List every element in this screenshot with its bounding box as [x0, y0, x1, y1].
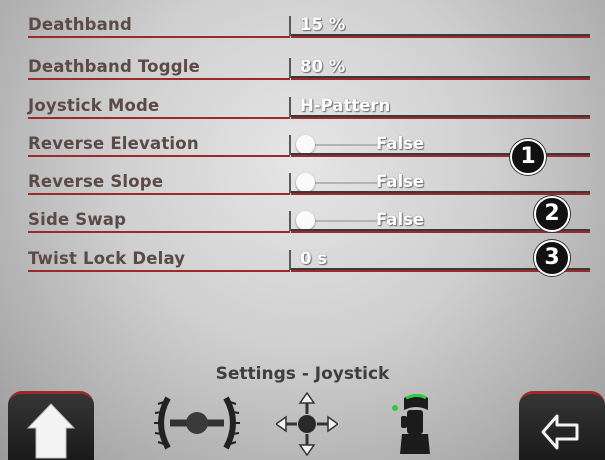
label-underline	[28, 78, 290, 80]
back-button[interactable]	[519, 391, 605, 460]
setting-value[interactable]: 0 s	[300, 248, 327, 270]
setting-value[interactable]: 80 %	[300, 56, 345, 78]
setting-value[interactable]: 15 %	[300, 14, 345, 36]
column-divider	[289, 211, 291, 231]
joystick-icon[interactable]	[388, 390, 438, 456]
setting-row-side-swap[interactable]: Side Swap False	[28, 208, 590, 233]
label-underline	[28, 36, 290, 38]
toggle-track[interactable]	[313, 144, 383, 146]
setting-label: Joystick Mode	[28, 96, 160, 115]
page-title: Settings - Joystick	[215, 364, 390, 384]
column-divider	[289, 58, 291, 78]
label-underline	[28, 155, 290, 157]
column-divider	[289, 16, 291, 36]
setting-label: Reverse Elevation	[28, 134, 199, 153]
setting-row-deathband-toggle[interactable]: Deathband Toggle 80 %	[28, 55, 590, 80]
value-underline-accent	[291, 193, 590, 195]
setting-row-reverse-elevation[interactable]: Reverse Elevation False	[28, 132, 590, 157]
home-button[interactable]	[8, 391, 94, 460]
home-icon	[26, 403, 76, 459]
label-underline	[28, 270, 290, 272]
toggle-track[interactable]	[313, 220, 383, 222]
value-underline-accent	[291, 78, 590, 80]
setting-label: Reverse Slope	[28, 172, 164, 191]
label-underline	[28, 193, 290, 195]
setting-row-reverse-slope[interactable]: Reverse Slope False	[28, 170, 590, 195]
value-underline-accent	[291, 231, 590, 233]
toggle-value: False	[376, 134, 425, 153]
setting-label: Side Swap	[28, 210, 127, 229]
callout-badge-1: 1	[510, 139, 546, 175]
value-underline-accent	[291, 117, 590, 119]
setting-row-twist-lock-delay[interactable]: Twist Lock Delay 0 s	[28, 247, 590, 272]
move-arrows-icon[interactable]	[276, 392, 338, 456]
column-divider	[289, 173, 291, 193]
setting-row-deathband[interactable]: Deathband 15 %	[28, 13, 590, 38]
setting-label: Twist Lock Delay	[28, 249, 186, 268]
toggle-knob[interactable]	[296, 211, 315, 230]
toggle-track[interactable]	[313, 182, 383, 184]
column-divider	[289, 97, 291, 117]
toggle-knob[interactable]	[296, 173, 315, 192]
steering-wheel-icon[interactable]	[150, 392, 244, 454]
toggle-value: False	[376, 210, 425, 229]
callout-badge-3: 3	[534, 240, 570, 276]
setting-row-joystick-mode[interactable]: Joystick Mode H-Pattern	[28, 94, 590, 119]
column-divider	[289, 135, 291, 155]
label-underline	[28, 117, 290, 119]
back-arrow-icon	[541, 414, 579, 450]
toggle-value: False	[376, 172, 425, 191]
label-underline	[28, 231, 290, 233]
toggle-knob[interactable]	[296, 135, 315, 154]
column-divider	[289, 250, 291, 270]
value-underline-accent	[291, 36, 590, 38]
setting-label: Deathband Toggle	[28, 57, 200, 76]
callout-badge-2: 2	[534, 196, 570, 232]
setting-value[interactable]: H-Pattern	[300, 95, 390, 117]
setting-label: Deathband	[28, 15, 132, 34]
